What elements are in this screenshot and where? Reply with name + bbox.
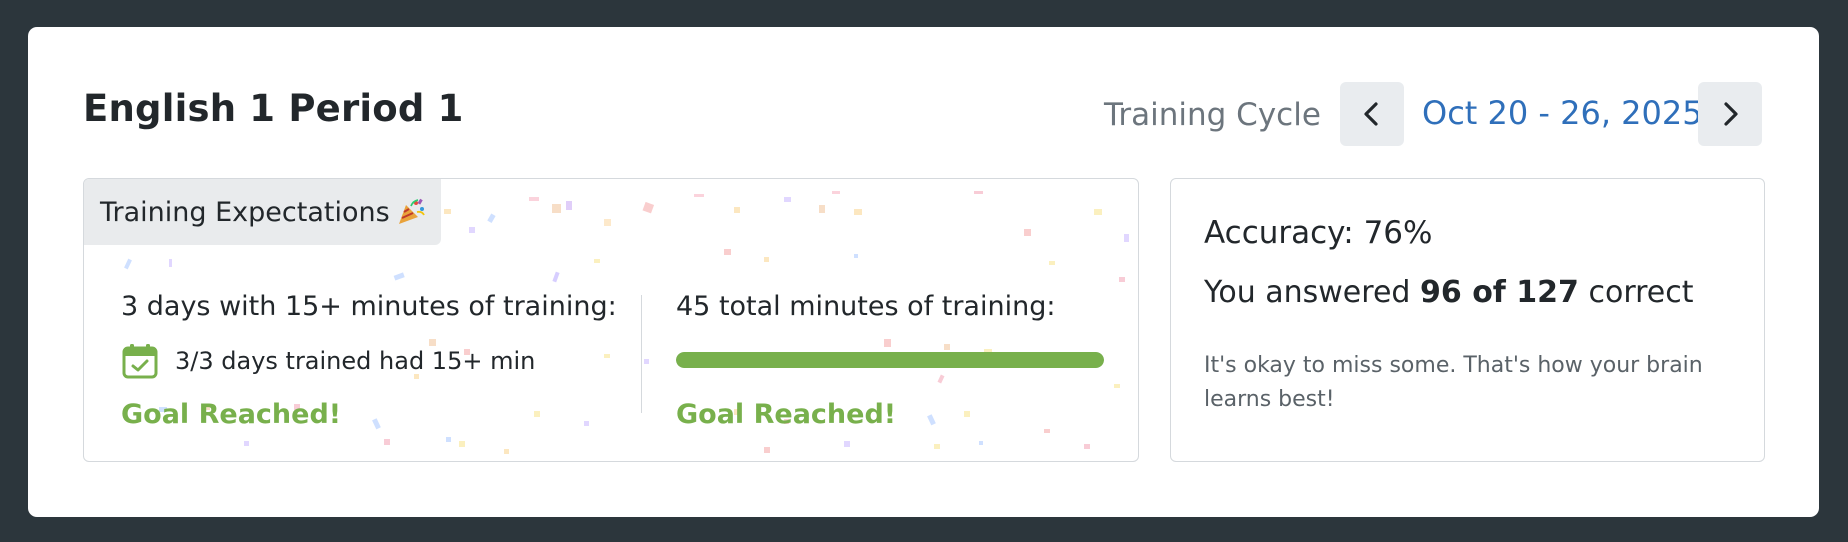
training-expectations-label: Training Expectations [100,196,390,228]
days-goal-status: Goal Reached! [121,399,342,430]
answered-count: 96 of 127 [1420,275,1579,310]
days-goal-section: 3 days with 15+ minutes of training: 3/3… [121,291,681,430]
page-title: English 1 Period 1 [83,87,464,130]
training-cycle-label: Training Cycle [1104,97,1321,133]
calendar-check-icon [122,344,158,379]
accuracy-heading: Accuracy: 76% [1204,215,1433,251]
minutes-progress-fill [676,352,1104,368]
days-trained-text: 3/3 days trained had 15+ min [175,347,536,375]
minutes-goal-section: 45 total minutes of training: Goal Reach… [676,291,1104,430]
minutes-progress-bar [676,352,1104,368]
goal-divider [641,295,642,413]
days-goal-heading: 3 days with 15+ minutes of training: [121,291,617,322]
encouragement-note: It's okay to miss some. That's how your … [1204,353,1703,412]
cycle-date-range[interactable]: Oct 20 - 26, 2025 [1422,94,1703,132]
training-summary-card: English 1 Period 1 Training Cycle Oct 20… [28,27,1819,517]
chevron-right-icon [1724,102,1738,126]
previous-cycle-button[interactable] [1340,82,1404,146]
minutes-goal-heading: 45 total minutes of training: [676,291,1056,322]
answered-suffix: correct [1588,275,1694,310]
answered-prefix: You answered [1204,275,1411,310]
training-expectations-tab: Training Expectations [84,179,441,245]
accuracy-panel: Accuracy: 76% You answered 96 of 127 cor… [1170,178,1765,462]
party-popper-icon [398,198,425,224]
next-cycle-button[interactable] [1698,82,1762,146]
answered-summary: You answered 96 of 127 correct [1204,275,1694,310]
chevron-left-icon [1364,102,1378,126]
days-trained-row: 3/3 days trained had 15+ min [121,343,535,379]
training-expectations-panel: Training Expectations 3 days with 15+ mi… [83,178,1139,462]
minutes-goal-status: Goal Reached! [676,399,897,430]
